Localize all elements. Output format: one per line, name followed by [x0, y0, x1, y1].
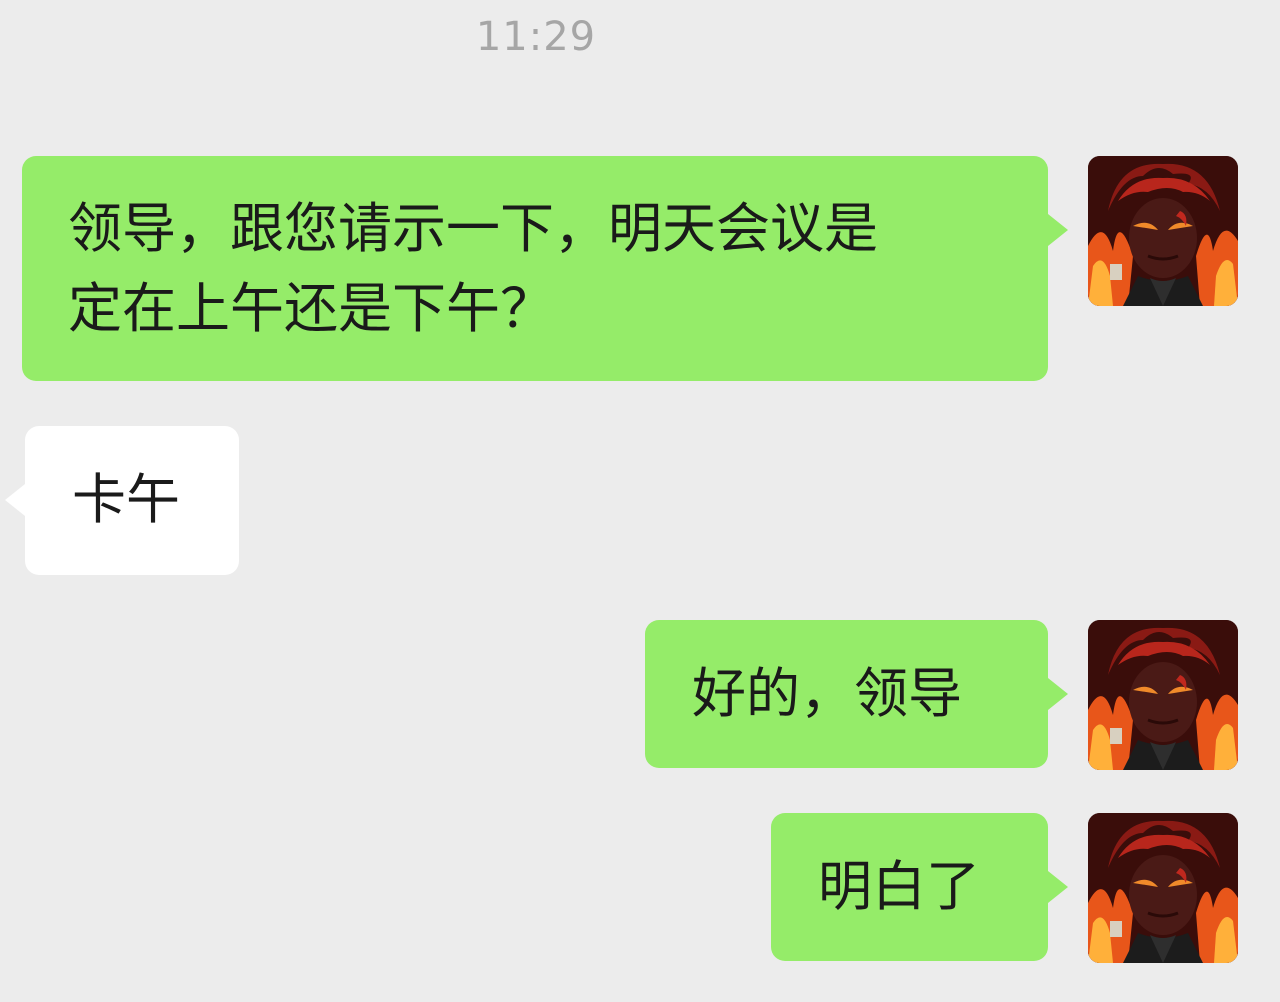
message-bubble-received[interactable]: 卡午: [5, 426, 239, 575]
message-text: 好的，领导: [692, 662, 962, 725]
message-bubble-sent[interactable]: 好的，领导: [645, 620, 1068, 768]
user-avatar-icon[interactable]: [1088, 813, 1238, 963]
message-bubble-sent[interactable]: 领导，跟您请示一下，明天会议是 定在上午还是下午？: [22, 156, 1068, 381]
message-text: 明白了: [818, 855, 980, 918]
user-avatar-icon[interactable]: [1088, 156, 1238, 306]
message-text: 领导，跟您请示一下，明天会议是: [68, 197, 878, 260]
message-bubble-sent[interactable]: 明白了: [771, 813, 1068, 961]
message-text: 定在上午还是下午？: [68, 277, 554, 340]
message-timestamp: 11:29: [475, 14, 597, 60]
message-text: 卡午: [72, 468, 180, 531]
user-avatar-icon[interactable]: [1088, 620, 1238, 770]
